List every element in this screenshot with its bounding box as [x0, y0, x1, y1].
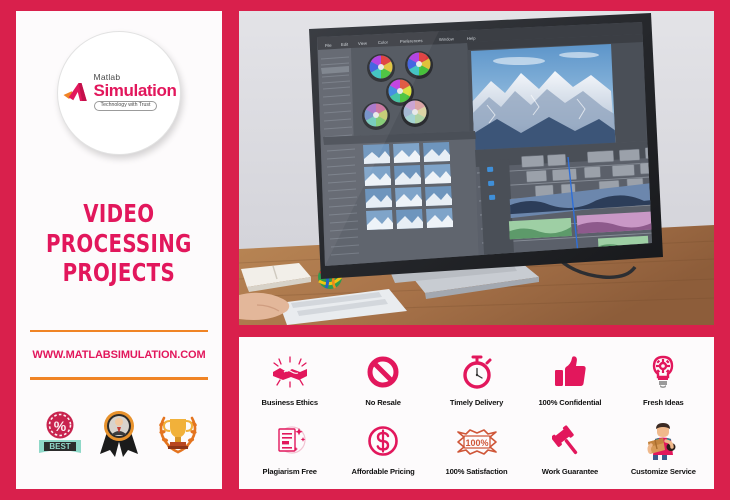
feature-label: Plagiarism Free — [262, 467, 317, 476]
svg-text:Help: Help — [467, 36, 477, 41]
svg-text:BEST: BEST — [49, 442, 70, 451]
feature-fresh-ideas[interactable]: Fresh Ideas — [617, 352, 710, 407]
matlab-logo-mark-icon — [63, 83, 87, 101]
best-percent-badge-icon: % BEST — [38, 411, 81, 453]
lightbulb-gear-icon — [647, 352, 679, 392]
svg-text:%: % — [53, 418, 66, 434]
feature-satisfaction[interactable]: 100% 100% Satisfaction — [430, 421, 523, 476]
feature-business-ethics[interactable]: Business Ethics — [243, 352, 336, 407]
feature-no-resale[interactable]: No Resale — [336, 352, 429, 407]
poster-root: Matlab Simulation Technology with Trust … — [0, 0, 730, 500]
feature-label: Affordable Pricing — [351, 467, 415, 476]
feature-label: 100% Confidential — [538, 398, 602, 407]
feature-confidential[interactable]: 100% Confidential — [523, 352, 616, 407]
prohibition-icon — [366, 352, 400, 392]
gavel-icon — [551, 421, 588, 461]
title-line-2: PROCESSING — [46, 228, 192, 258]
divider-top — [30, 329, 208, 333]
trust-badges: % BEST — [30, 406, 208, 458]
page-title: VIDEO PROCESSING PROJECTS — [46, 199, 192, 288]
feature-customize-service[interactable]: Customize Service — [617, 421, 710, 476]
handshake-icon — [270, 352, 310, 392]
document-sparkle-icon — [272, 421, 308, 461]
brand-logo: Matlab Simulation Technology with Trust — [57, 31, 181, 155]
feature-work-guarantee[interactable]: Work Guarantee — [523, 421, 616, 476]
dollar-circle-icon — [366, 421, 400, 461]
svg-text:Window: Window — [439, 36, 455, 42]
features-panel: Business Ethics No Resale Timely Deliver… — [239, 337, 714, 489]
feature-timely-delivery[interactable]: Timely Delivery — [430, 352, 523, 407]
feature-affordable-pricing[interactable]: Affordable Pricing — [336, 421, 429, 476]
delivery-person-icon — [646, 421, 680, 461]
website-url[interactable]: WWW.MATLABSIMULATION.COM — [32, 349, 205, 361]
trophy-laurel-badge-icon — [159, 416, 198, 453]
svg-text:100%: 100% — [465, 438, 488, 448]
feature-label: Business Ethics — [261, 398, 318, 407]
divider-bottom — [30, 377, 208, 380]
feature-label: Work Guarantee — [541, 467, 599, 476]
expert-award-ribbon-badge-icon — [99, 410, 138, 457]
feature-label: No Resale — [365, 398, 401, 407]
video-editing-workstation-photo: File Edit View Color Preferences Window … — [239, 11, 714, 325]
brand-tagline: Technology with Trust — [93, 100, 158, 111]
feature-label: Customize Service — [630, 467, 696, 476]
hundred-percent-seal-icon: 100% — [456, 421, 498, 461]
thumbs-up-icon — [552, 352, 588, 392]
title-line-3: PROJECTS — [62, 258, 176, 287]
feature-label: Fresh Ideas — [643, 398, 684, 407]
hero-image: File Edit View Color Preferences Window … — [239, 11, 714, 325]
title-line-1: VIDEO — [83, 199, 155, 228]
features-row-2: Plagiarism Free Affordable Pricing 100% … — [243, 421, 710, 476]
brand-large-text: Simulation — [93, 80, 177, 100]
left-info-panel: Matlab Simulation Technology with Trust … — [16, 11, 222, 489]
website-block: WWW.MATLABSIMULATION.COM — [30, 329, 208, 380]
features-row-1: Business Ethics No Resale Timely Deliver… — [243, 352, 710, 407]
feature-label: Timely Delivery — [449, 398, 504, 407]
feature-label: 100% Satisfaction — [445, 467, 508, 476]
feature-plagiarism-free[interactable]: Plagiarism Free — [243, 421, 336, 476]
stopwatch-icon — [460, 352, 494, 392]
